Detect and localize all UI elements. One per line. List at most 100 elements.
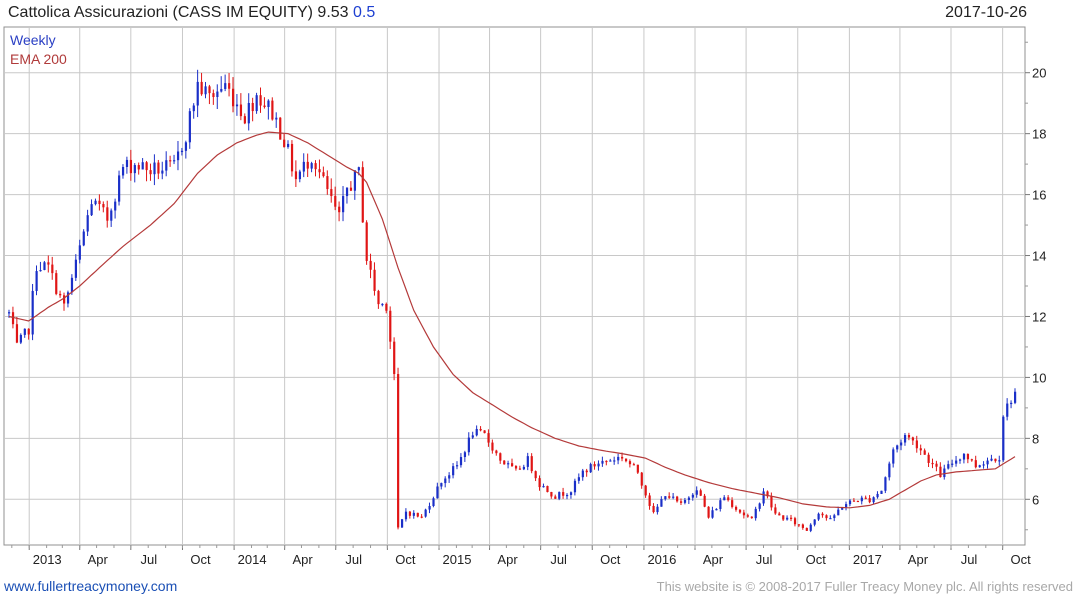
candle-body bbox=[511, 463, 514, 467]
candle-body bbox=[546, 486, 549, 492]
candle-body bbox=[275, 117, 278, 120]
candle-body bbox=[640, 472, 643, 486]
price-change: 0.5 bbox=[353, 4, 376, 21]
candle-body bbox=[1010, 402, 1013, 405]
candle-body bbox=[196, 81, 199, 106]
candle-body bbox=[400, 519, 404, 528]
candle-body bbox=[86, 215, 89, 232]
candle-body bbox=[990, 458, 993, 461]
candle-body bbox=[526, 456, 529, 467]
candle-body bbox=[668, 496, 671, 498]
candle-body bbox=[283, 139, 286, 147]
candle-body bbox=[302, 161, 305, 172]
candle-body bbox=[212, 93, 215, 98]
candle-body bbox=[43, 262, 46, 271]
candle-body bbox=[1006, 403, 1009, 417]
candle-body bbox=[829, 518, 832, 520]
candle-body bbox=[322, 172, 325, 177]
candle-body bbox=[436, 486, 439, 499]
candle-body bbox=[393, 341, 396, 375]
candle-body bbox=[420, 516, 423, 518]
candle-body bbox=[428, 506, 431, 510]
candle-body bbox=[597, 463, 600, 467]
candle-body bbox=[55, 273, 58, 294]
candle-body bbox=[947, 464, 950, 469]
candle-body bbox=[927, 454, 930, 463]
y-tick-label: 10 bbox=[1032, 370, 1046, 385]
footer-site-link[interactable]: www.fullertreacymoney.com bbox=[4, 578, 177, 594]
x-tick-label: Apr bbox=[88, 552, 109, 567]
candle-body bbox=[750, 516, 753, 519]
candle-body bbox=[255, 95, 258, 112]
candle-body bbox=[754, 508, 757, 519]
candle-body bbox=[74, 259, 78, 278]
candle-body bbox=[118, 175, 121, 202]
candle-body bbox=[192, 105, 195, 112]
candle-body bbox=[624, 458, 628, 462]
candle-body bbox=[644, 485, 647, 496]
candle-body bbox=[365, 222, 368, 261]
candle-body bbox=[23, 328, 26, 335]
y-tick-label: 8 bbox=[1032, 431, 1039, 446]
candle-body bbox=[483, 430, 486, 434]
candle-body bbox=[860, 497, 863, 502]
candle-body bbox=[70, 277, 74, 293]
candle-body bbox=[338, 206, 341, 213]
candle-body bbox=[530, 456, 533, 472]
candle-body bbox=[94, 200, 97, 205]
candle-body bbox=[758, 503, 761, 509]
candle-body bbox=[679, 501, 683, 503]
candle-body bbox=[306, 161, 309, 169]
candle-body bbox=[585, 470, 588, 473]
candle-body bbox=[106, 207, 109, 221]
y-tick-label: 6 bbox=[1032, 492, 1039, 507]
candle-body bbox=[558, 492, 561, 499]
candle-body bbox=[801, 524, 804, 528]
candle-body bbox=[884, 477, 887, 491]
candle-body bbox=[951, 463, 954, 465]
candle-body bbox=[699, 490, 702, 496]
candle-body bbox=[165, 160, 168, 171]
y-tick-label: 18 bbox=[1032, 127, 1046, 142]
x-tick-label: Oct bbox=[395, 552, 416, 567]
candle-body bbox=[98, 200, 101, 205]
candle-body bbox=[224, 83, 227, 89]
candle-body bbox=[817, 513, 820, 520]
candle-body bbox=[542, 486, 545, 488]
candle-body bbox=[656, 506, 659, 513]
candle-body bbox=[361, 167, 364, 223]
candle-body bbox=[562, 492, 565, 496]
candle-body bbox=[837, 509, 840, 516]
candle-body bbox=[617, 456, 620, 461]
candle-body bbox=[833, 515, 836, 519]
candle-body bbox=[412, 512, 415, 516]
candle-body bbox=[876, 493, 879, 498]
candle-body bbox=[471, 435, 474, 438]
candle-body bbox=[487, 433, 490, 443]
candle-body bbox=[243, 116, 246, 124]
candle-body bbox=[235, 104, 239, 107]
candle-body bbox=[39, 270, 42, 272]
candle-body bbox=[35, 271, 38, 291]
candle-body bbox=[149, 170, 152, 175]
candle-body bbox=[931, 462, 934, 465]
y-tick-label: 12 bbox=[1032, 309, 1046, 324]
candle-body bbox=[377, 290, 380, 305]
candle-body bbox=[507, 463, 510, 465]
x-tick-label: 2013 bbox=[33, 552, 62, 567]
candle-body bbox=[499, 453, 502, 461]
candle-body bbox=[609, 460, 612, 462]
candle-body bbox=[78, 245, 81, 260]
x-tick-label: Jul bbox=[550, 552, 567, 567]
candle-body bbox=[746, 515, 749, 517]
candle-body bbox=[176, 151, 180, 161]
candle-body bbox=[495, 450, 498, 454]
candle-body bbox=[110, 210, 113, 221]
candle-body bbox=[247, 102, 250, 124]
candle-body bbox=[369, 260, 372, 270]
candle-body bbox=[723, 497, 726, 501]
candle-body bbox=[715, 508, 718, 511]
x-tick-label: 2016 bbox=[647, 552, 676, 567]
candle-body bbox=[978, 465, 981, 468]
candle-body bbox=[204, 86, 207, 95]
